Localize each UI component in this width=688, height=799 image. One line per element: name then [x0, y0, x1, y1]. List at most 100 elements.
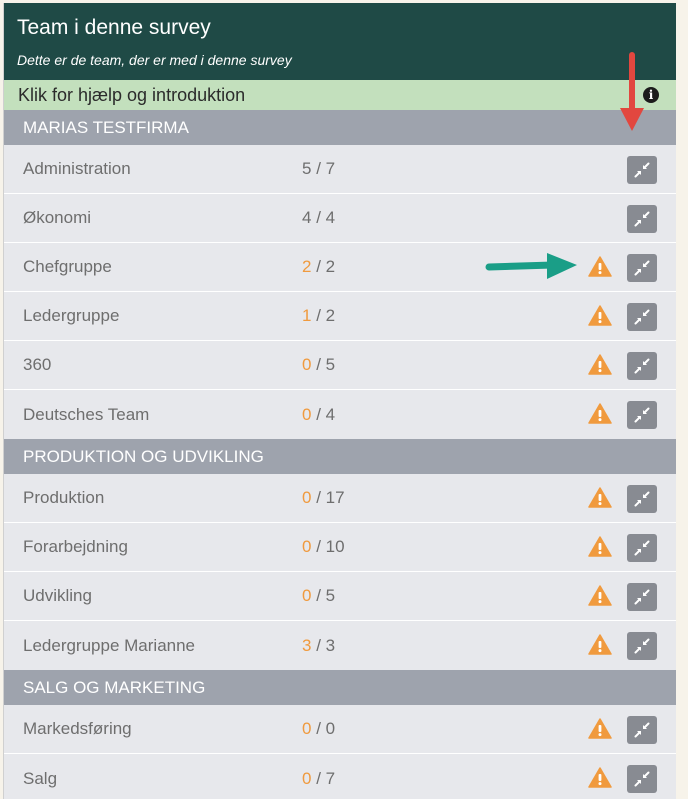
- group-header: PRODUKTION OG UDVIKLING: [4, 439, 676, 474]
- count-separator: /: [311, 635, 326, 655]
- warning-icon[interactable]: [588, 354, 612, 375]
- warning-icon[interactable]: [588, 767, 612, 788]
- count-separator: /: [311, 488, 326, 507]
- help-label: Klik for hjælp og introduktion: [18, 84, 246, 105]
- panel-subtitle: Dette er de team, der er med i denne sur…: [17, 52, 292, 68]
- team-row: Økonomi 4 / 4: [4, 194, 676, 243]
- total-count: 7: [325, 768, 336, 788]
- collapse-arrows-icon: [634, 722, 650, 738]
- total-count: 5: [325, 355, 336, 374]
- team-list: Produktion 0 / 17 Forarbejdning 0 / 10 Udv…: [4, 474, 676, 670]
- team-row: 360 0 / 5: [4, 341, 676, 390]
- response-count: 4 / 4: [302, 208, 335, 228]
- total-count: 7: [325, 159, 336, 178]
- team-row: Deutsches Team 0 / 4: [4, 390, 676, 439]
- count-separator: /: [311, 208, 326, 227]
- response-count: 0 / 17: [302, 488, 345, 508]
- collapse-button[interactable]: [627, 352, 657, 380]
- team-name: Produktion: [23, 488, 105, 507]
- team-row: Markedsføring 0 / 0: [4, 705, 676, 754]
- team-row: Ledergruppe 1 / 2: [4, 292, 676, 341]
- help-bar[interactable]: Klik for hjælp og introduktion i: [4, 80, 676, 110]
- info-icon[interactable]: i: [643, 87, 659, 103]
- collapse-arrows-icon: [634, 771, 650, 787]
- count-separator: /: [311, 768, 326, 788]
- team-name: Administration: [23, 159, 131, 178]
- team-row: Administration 5 / 7: [4, 145, 676, 194]
- team-row: Forarbejdning 0 / 10: [4, 523, 676, 572]
- count-separator: /: [311, 159, 326, 178]
- team-row: Chefgruppe 2 / 2: [4, 243, 676, 292]
- total-count: 4: [325, 208, 336, 227]
- team-row: Salg 0 / 7: [4, 754, 676, 799]
- collapse-arrows-icon: [634, 407, 650, 423]
- response-count: 0 / 5: [302, 355, 335, 375]
- team-name: 360: [23, 355, 52, 374]
- warning-icon[interactable]: [588, 256, 612, 277]
- panel-title: Team i denne survey: [17, 16, 211, 39]
- collapse-button[interactable]: [627, 632, 657, 660]
- team-row: Produktion 0 / 17: [4, 474, 676, 523]
- collapse-button[interactable]: [627, 485, 657, 513]
- collapse-button[interactable]: [627, 254, 657, 282]
- warning-icon[interactable]: [588, 718, 612, 739]
- team-row: Udvikling 0 / 5: [4, 572, 676, 621]
- team-list: Administration 5 / 7 Økonomi 4 / 4 Chefgru…: [4, 145, 676, 439]
- count-separator: /: [311, 306, 326, 325]
- warning-icon[interactable]: [588, 536, 612, 557]
- count-separator: /: [311, 355, 326, 374]
- team-name: Økonomi: [23, 208, 92, 227]
- total-count: 2: [325, 306, 336, 325]
- panel-header: Team i denne survey Dette er de team, de…: [4, 3, 676, 80]
- collapse-button[interactable]: [627, 765, 657, 793]
- collapse-arrows-icon: [634, 211, 650, 227]
- total-count: 4: [325, 404, 336, 424]
- response-count: 0 / 0: [302, 719, 335, 739]
- total-count: 3: [325, 635, 336, 655]
- collapse-arrows-icon: [634, 540, 650, 556]
- count-separator: /: [311, 719, 326, 738]
- collapse-button[interactable]: [627, 583, 657, 611]
- team-name: Markedsføring: [23, 719, 132, 738]
- group-header: SALG OG MARKETING: [4, 670, 676, 705]
- count-separator: /: [311, 257, 326, 276]
- collapse-arrows-icon: [634, 309, 650, 325]
- warning-icon[interactable]: [588, 634, 612, 655]
- collapse-arrows-icon: [634, 358, 650, 374]
- response-count: 3 / 3: [302, 636, 335, 656]
- collapse-button[interactable]: [627, 303, 657, 331]
- collapse-button[interactable]: [627, 205, 657, 233]
- count-separator: /: [311, 404, 326, 424]
- group-header: MARIAS TESTFIRMA: [4, 110, 676, 145]
- collapse-arrows-icon: [634, 162, 650, 178]
- team-name: Deutsches Team: [23, 404, 150, 424]
- collapse-button[interactable]: [627, 716, 657, 744]
- team-name: Udvikling: [23, 586, 92, 605]
- total-count: 17: [325, 488, 345, 507]
- response-count: 0 / 10: [302, 537, 345, 557]
- team-list: Markedsføring 0 / 0 Salg 0 / 7: [4, 705, 676, 799]
- collapse-arrows-icon: [634, 638, 650, 654]
- response-count: 1 / 2: [302, 306, 335, 326]
- collapse-button[interactable]: [627, 401, 657, 429]
- response-count: 5 / 7: [302, 159, 335, 179]
- total-count: 2: [325, 257, 336, 276]
- response-count: 0 / 7: [302, 769, 335, 789]
- collapse-button[interactable]: [627, 156, 657, 184]
- collapse-button[interactable]: [627, 534, 657, 562]
- team-groups: MARIAS TESTFIRMA Administration 5 / 7 Økon…: [4, 110, 676, 799]
- warning-icon[interactable]: [588, 403, 612, 424]
- team-name: Ledergruppe Marianne: [23, 635, 196, 655]
- response-count: 0 / 5: [302, 586, 335, 606]
- warning-icon[interactable]: [588, 585, 612, 606]
- warning-icon[interactable]: [588, 487, 612, 508]
- total-count: 5: [325, 586, 336, 605]
- warning-icon[interactable]: [588, 305, 612, 326]
- response-count: 0 / 4: [302, 405, 335, 425]
- total-count: 10: [325, 537, 345, 556]
- team-name: Ledergruppe: [23, 306, 120, 325]
- team-name: Chefgruppe: [23, 257, 112, 276]
- count-separator: /: [311, 586, 326, 605]
- collapse-arrows-icon: [634, 491, 650, 507]
- response-count: 2 / 2: [302, 257, 335, 277]
